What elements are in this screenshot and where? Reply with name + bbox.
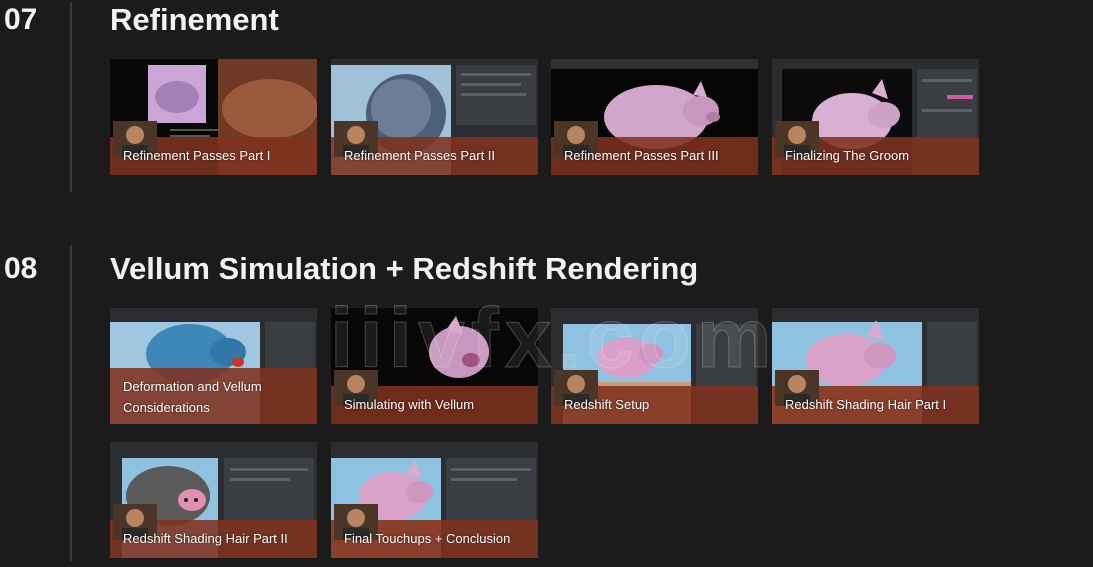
lesson-card-refinement-passes-part-1[interactable]: Refinement Passes Part I xyxy=(110,59,317,175)
lesson-title: Refinement Passes Part I xyxy=(123,148,271,163)
lesson-card-redshift-shading-hair-part-2[interactable]: Redshift Shading Hair Part II xyxy=(110,442,317,558)
lesson-card-redshift-shading-hair-part-1[interactable]: Redshift Shading Hair Part I xyxy=(772,308,979,424)
lesson-card-deformation-and-vellum[interactable]: Deformation and Vellum Considerations xyxy=(110,308,317,424)
lesson-card-refinement-passes-part-3[interactable]: Refinement Passes Part III xyxy=(551,59,758,175)
lesson-title: Refinement Passes Part II xyxy=(344,148,496,163)
lesson-title: Redshift Shading Hair Part I xyxy=(785,397,947,412)
lesson-card-simulating-with-vellum[interactable]: Simulating with Vellum xyxy=(331,308,538,424)
lesson-card-redshift-setup[interactable]: Redshift Setup xyxy=(551,308,758,424)
section-title: Refinement xyxy=(110,2,279,37)
lesson-title: Deformation and Vellum Considerations xyxy=(123,379,262,415)
lesson-card-final-touchups[interactable]: Final Touchups + Conclusion xyxy=(331,442,538,558)
section-08: 08 Vellum Simulation + Redshift Renderin… xyxy=(0,245,1093,567)
lesson-title: Redshift Shading Hair Part II xyxy=(123,531,288,546)
lesson-title: Final Touchups + Conclusion xyxy=(344,531,511,546)
section-title: Vellum Simulation + Redshift Rendering xyxy=(110,251,699,286)
section-divider xyxy=(70,2,72,192)
lesson-card-refinement-passes-part-2[interactable]: Refinement Passes Part II xyxy=(331,59,538,175)
section-number: 07 xyxy=(4,3,38,36)
section-divider xyxy=(70,245,72,561)
lesson-title: Redshift Setup xyxy=(564,397,650,412)
section-07: 07 Refinement Refinement Passes Part I R… xyxy=(0,2,1093,192)
lesson-title: Finalizing The Groom xyxy=(785,148,910,163)
lesson-card-finalizing-the-groom[interactable]: Finalizing The Groom xyxy=(772,59,979,175)
section-number: 08 xyxy=(4,252,38,285)
lesson-title: Refinement Passes Part III xyxy=(564,148,719,163)
lesson-title: Simulating with Vellum xyxy=(344,397,475,412)
